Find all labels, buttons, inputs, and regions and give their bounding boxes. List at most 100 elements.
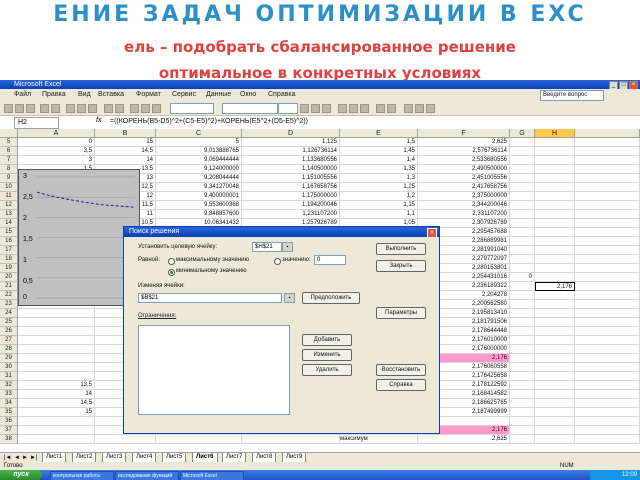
cell-g[interactable] — [510, 192, 535, 201]
cell-a[interactable] — [18, 327, 95, 336]
font-select[interactable] — [222, 103, 278, 114]
cell-i[interactable] — [575, 237, 640, 246]
cell-a[interactable]: 13,5 — [18, 381, 95, 390]
cell-i[interactable] — [575, 354, 640, 363]
row-header[interactable]: 12 — [0, 201, 18, 210]
cell-b[interactable]: 14,5 — [95, 147, 156, 156]
cell-h[interactable] — [535, 399, 575, 408]
cell-i[interactable] — [575, 408, 640, 417]
cut-icon[interactable] — [66, 104, 75, 113]
cell-c[interactable]: 9,553600368 — [156, 201, 242, 210]
cell-h[interactable] — [535, 273, 575, 282]
cell-h[interactable] — [535, 165, 575, 174]
cell-g[interactable] — [510, 138, 535, 147]
column-header-i[interactable] — [575, 129, 640, 138]
cell-f[interactable]: 2,490500000 — [418, 165, 510, 174]
tab-next-icon[interactable]: ► — [22, 455, 28, 461]
row-header[interactable]: 15 — [0, 228, 18, 237]
cell-i[interactable] — [575, 138, 640, 147]
column-header-b[interactable]: B — [95, 129, 156, 138]
cell-i[interactable] — [575, 219, 640, 228]
cell-g[interactable] — [510, 174, 535, 183]
row-header[interactable]: 29 — [0, 354, 18, 363]
menu-format[interactable]: Формат — [136, 91, 161, 98]
task-item[interactable]: Microsoft Excel — [180, 471, 244, 480]
cell-d[interactable]: 1,167658756 — [242, 183, 340, 192]
cell-h[interactable] — [535, 138, 575, 147]
cell-a[interactable] — [18, 426, 95, 435]
cell-i[interactable] — [575, 210, 640, 219]
cell-i[interactable] — [575, 363, 640, 372]
cell-f[interactable]: 2,375000000 — [418, 192, 510, 201]
cell-d[interactable]: 1,175000000 — [242, 192, 340, 201]
cell-h[interactable] — [535, 318, 575, 327]
cell-i[interactable] — [575, 345, 640, 354]
row-header[interactable]: 16 — [0, 237, 18, 246]
row-header[interactable]: 18 — [0, 255, 18, 264]
redo-icon[interactable] — [115, 104, 124, 113]
fx-icon[interactable]: fx — [96, 117, 101, 124]
cell-h[interactable] — [535, 417, 575, 426]
cell-g[interactable] — [510, 147, 535, 156]
cell-i[interactable] — [575, 192, 640, 201]
cell-i[interactable] — [575, 300, 640, 309]
font-size-select[interactable] — [278, 103, 298, 114]
cell-a[interactable] — [18, 318, 95, 327]
cell-h[interactable] — [535, 192, 575, 201]
cell-c[interactable]: 9,124000000 — [156, 165, 242, 174]
changing-cells-input[interactable]: $B$21 — [138, 293, 282, 303]
cell-c[interactable]: 9,400000001 — [156, 192, 242, 201]
name-box[interactable]: H2 — [14, 117, 59, 129]
chart-wizard-icon[interactable] — [152, 104, 161, 113]
cell-g[interactable] — [510, 246, 535, 255]
cell-b[interactable] — [95, 435, 156, 444]
cell-e[interactable]: 1,15 — [340, 201, 418, 210]
cell-g[interactable] — [510, 399, 535, 408]
cell-d[interactable]: 1,126736114 — [242, 147, 340, 156]
cell-a[interactable]: 14 — [18, 390, 95, 399]
cell-a[interactable] — [18, 417, 95, 426]
cell-g[interactable] — [510, 237, 535, 246]
cell-d[interactable]: 1,140500000 — [242, 165, 340, 174]
sum-icon[interactable] — [130, 104, 139, 113]
row-header[interactable]: 38 — [0, 435, 18, 444]
cell-h[interactable] — [535, 219, 575, 228]
radio-max[interactable] — [168, 258, 175, 265]
cell-h[interactable] — [535, 210, 575, 219]
cell-h[interactable] — [535, 300, 575, 309]
cell-d[interactable]: 1,231107200 — [242, 210, 340, 219]
column-header-f[interactable]: F — [418, 129, 510, 138]
row-header[interactable]: 25 — [0, 318, 18, 327]
cell-e[interactable]: 1,4 — [340, 156, 418, 165]
cell-g[interactable]: 0 — [510, 273, 535, 282]
row-header[interactable]: 14 — [0, 219, 18, 228]
cell-c[interactable] — [156, 435, 242, 444]
row-header[interactable]: 21 — [0, 282, 18, 291]
cell-d[interactable] — [242, 435, 340, 444]
radio-value[interactable] — [274, 258, 281, 265]
cell-i[interactable] — [575, 399, 640, 408]
cell-c[interactable]: 9,069444444 — [156, 156, 242, 165]
cell-i[interactable] — [575, 426, 640, 435]
cell-g[interactable] — [510, 309, 535, 318]
cell-g[interactable] — [510, 300, 535, 309]
cell-a[interactable] — [18, 372, 95, 381]
cell-g[interactable] — [510, 345, 535, 354]
undo-icon[interactable] — [104, 104, 113, 113]
cell-i[interactable] — [575, 273, 640, 282]
cell-i[interactable] — [575, 282, 640, 291]
cell-h[interactable]: 2,176 — [535, 282, 575, 291]
row-header[interactable]: 32 — [0, 381, 18, 390]
column-header-e[interactable]: E — [340, 129, 418, 138]
cell-f[interactable]: 2,331107200 — [418, 210, 510, 219]
cell-i[interactable] — [575, 417, 640, 426]
align-center-icon[interactable] — [349, 104, 358, 113]
cell-g[interactable] — [510, 408, 535, 417]
cell-g[interactable] — [510, 363, 535, 372]
cell-d[interactable]: 1,125 — [242, 138, 340, 147]
execute-button[interactable]: Выполнить — [376, 243, 426, 255]
cell-i[interactable] — [575, 435, 640, 444]
cell-g[interactable] — [510, 318, 535, 327]
cell-a[interactable] — [18, 354, 95, 363]
cell-h[interactable] — [535, 408, 575, 417]
